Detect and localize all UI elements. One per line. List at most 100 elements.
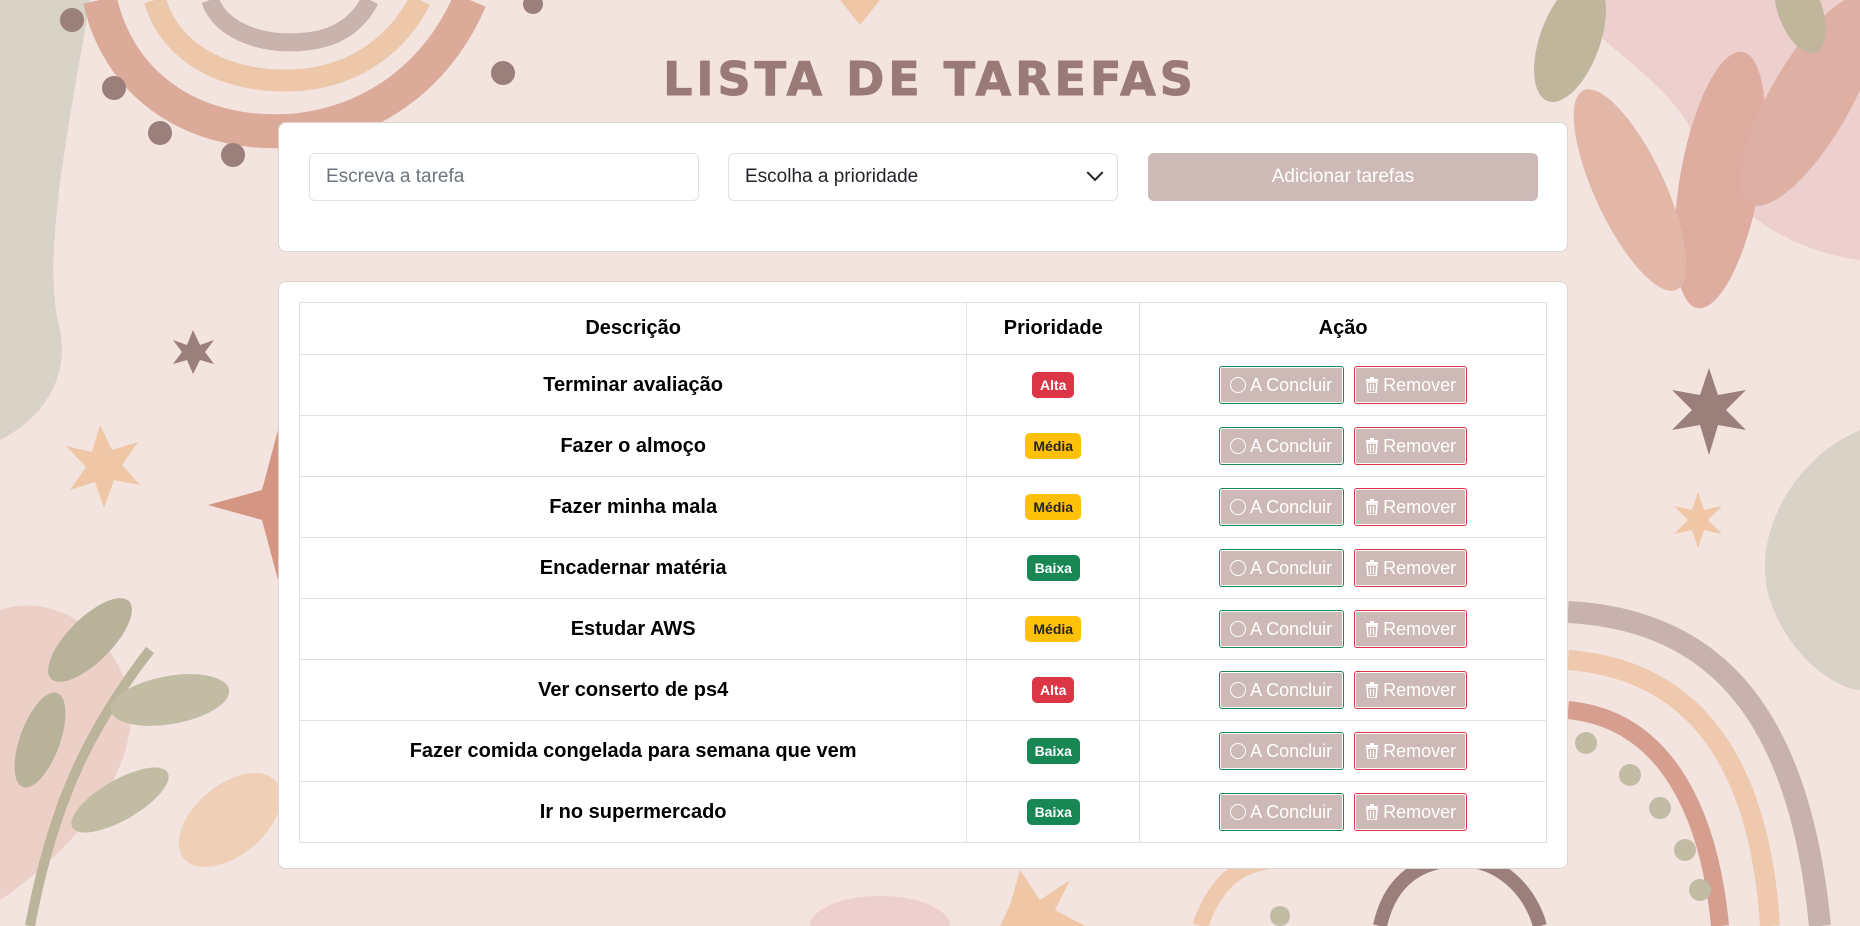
- task-description: Ir no supermercado: [298, 781, 968, 843]
- complete-button[interactable]: A Concluir: [1219, 488, 1345, 526]
- table-row: Ir no supermercado Baixa A Concluir Remover: [298, 781, 1547, 843]
- circle-icon: [1230, 499, 1247, 515]
- complete-button[interactable]: A Concluir: [1219, 732, 1345, 770]
- remove-button[interactable]: Remover: [1354, 427, 1468, 465]
- priority-badge: Média: [1025, 616, 1082, 642]
- trash-icon: [1365, 682, 1379, 698]
- task-priority-cell: Média: [966, 476, 1141, 538]
- chevron-down-icon: [1086, 164, 1104, 182]
- column-header-description: Descrição: [298, 302, 968, 355]
- priority-badge: Baixa: [1026, 738, 1080, 764]
- circle-icon: [1230, 682, 1247, 698]
- table-header-row: Descrição Prioridade Ação: [298, 302, 1547, 355]
- task-description: Estudar AWS: [298, 598, 968, 660]
- complete-label: A Concluir: [1250, 557, 1333, 578]
- priority-select[interactable]: Escolha a prioridade: [728, 153, 1118, 201]
- trash-icon: [1365, 560, 1379, 576]
- task-actions-cell: A Concluir Remover: [1139, 415, 1547, 477]
- complete-label: A Concluir: [1250, 801, 1333, 822]
- complete-button[interactable]: A Concluir: [1219, 427, 1345, 465]
- remove-label: Remover: [1383, 740, 1457, 761]
- trash-icon: [1365, 621, 1379, 637]
- circle-icon: [1230, 804, 1247, 820]
- remove-button[interactable]: Remover: [1354, 366, 1468, 404]
- remove-button[interactable]: Remover: [1354, 732, 1468, 770]
- trash-icon: [1365, 499, 1379, 515]
- task-actions-cell: A Concluir Remover: [1139, 598, 1547, 660]
- priority-badge: Alta: [1032, 372, 1075, 398]
- task-description: Fazer minha mala: [298, 476, 968, 538]
- table-row: Ver conserto de ps4 Alta A Concluir Remover: [298, 659, 1547, 721]
- circle-icon: [1230, 743, 1247, 759]
- priority-badge: Baixa: [1026, 799, 1080, 825]
- complete-button[interactable]: A Concluir: [1219, 671, 1345, 709]
- trash-icon: [1365, 377, 1379, 393]
- task-input-placeholder: Escreva a tarefa: [326, 166, 465, 187]
- task-actions-cell: A Concluir Remover: [1139, 781, 1547, 843]
- task-description: Ver conserto de ps4: [298, 659, 968, 721]
- task-priority-cell: Alta: [966, 659, 1141, 721]
- priority-select-value: Escolha a prioridade: [745, 166, 919, 187]
- table-row: Terminar avaliação Alta A Concluir Remover: [298, 354, 1547, 416]
- table-row: Encadernar matéria Baixa A Concluir Remover: [298, 537, 1547, 599]
- task-actions-cell: A Concluir Remover: [1139, 354, 1547, 416]
- task-actions-cell: A Concluir Remover: [1139, 659, 1547, 721]
- remove-label: Remover: [1383, 374, 1457, 395]
- task-priority-cell: Alta: [966, 354, 1141, 416]
- remove-button[interactable]: Remover: [1354, 549, 1468, 587]
- priority-badge: Alta: [1032, 677, 1075, 703]
- remove-label: Remover: [1383, 679, 1457, 700]
- remove-button[interactable]: Remover: [1354, 671, 1468, 709]
- complete-label: A Concluir: [1250, 618, 1333, 639]
- remove-button[interactable]: Remover: [1354, 488, 1468, 526]
- complete-label: A Concluir: [1250, 374, 1333, 395]
- column-header-action: Ação: [1139, 302, 1547, 355]
- remove-button[interactable]: Remover: [1354, 793, 1468, 831]
- task-table: Descrição Prioridade Ação Terminar avali…: [298, 302, 1547, 843]
- complete-label: A Concluir: [1250, 740, 1333, 761]
- task-description: Fazer o almoço: [298, 415, 968, 477]
- trash-icon: [1365, 804, 1379, 820]
- task-priority-cell: Baixa: [966, 781, 1141, 843]
- task-priority-cell: Média: [966, 415, 1141, 477]
- table-row: Fazer minha mala Média A Concluir Remover: [298, 476, 1547, 538]
- trash-icon: [1365, 743, 1379, 759]
- complete-label: A Concluir: [1250, 435, 1333, 456]
- task-description: Fazer comida congelada para semana que v…: [298, 720, 968, 782]
- complete-button[interactable]: A Concluir: [1219, 366, 1345, 404]
- task-actions-cell: A Concluir Remover: [1139, 720, 1547, 782]
- task-form-card: Escreva a tarefa Escolha a prioridade Ad…: [278, 122, 1568, 252]
- add-task-button[interactable]: Adicionar tarefas: [1148, 153, 1538, 201]
- remove-label: Remover: [1383, 496, 1457, 517]
- circle-icon: [1230, 438, 1247, 454]
- complete-label: A Concluir: [1250, 679, 1333, 700]
- task-table-card: Descrição Prioridade Ação Terminar avali…: [278, 281, 1568, 869]
- page-title: Lista de Tarefas: [663, 52, 1197, 107]
- task-description: Encadernar matéria: [298, 537, 968, 599]
- task-actions-cell: A Concluir Remover: [1139, 537, 1547, 599]
- task-input[interactable]: Escreva a tarefa: [309, 153, 699, 201]
- remove-label: Remover: [1383, 435, 1457, 456]
- task-priority-cell: Média: [966, 598, 1141, 660]
- priority-badge: Média: [1025, 433, 1082, 459]
- circle-icon: [1230, 560, 1247, 576]
- complete-button[interactable]: A Concluir: [1219, 610, 1345, 648]
- priority-badge: Média: [1025, 494, 1082, 520]
- complete-label: A Concluir: [1250, 496, 1333, 517]
- complete-button[interactable]: A Concluir: [1219, 549, 1345, 587]
- trash-icon: [1365, 438, 1379, 454]
- remove-label: Remover: [1383, 801, 1457, 822]
- task-priority-cell: Baixa: [966, 720, 1141, 782]
- remove-button[interactable]: Remover: [1354, 610, 1468, 648]
- task-actions-cell: A Concluir Remover: [1139, 476, 1547, 538]
- complete-button[interactable]: A Concluir: [1219, 793, 1345, 831]
- task-priority-cell: Baixa: [966, 537, 1141, 599]
- table-row: Fazer o almoço Média A Concluir Remover: [298, 415, 1547, 477]
- circle-icon: [1230, 621, 1247, 637]
- column-header-priority: Prioridade: [966, 302, 1141, 355]
- table-row: Fazer comida congelada para semana que v…: [298, 720, 1547, 782]
- remove-label: Remover: [1383, 618, 1457, 639]
- table-row: Estudar AWS Média A Concluir Remover: [298, 598, 1547, 660]
- remove-label: Remover: [1383, 557, 1457, 578]
- task-description: Terminar avaliação: [298, 354, 968, 416]
